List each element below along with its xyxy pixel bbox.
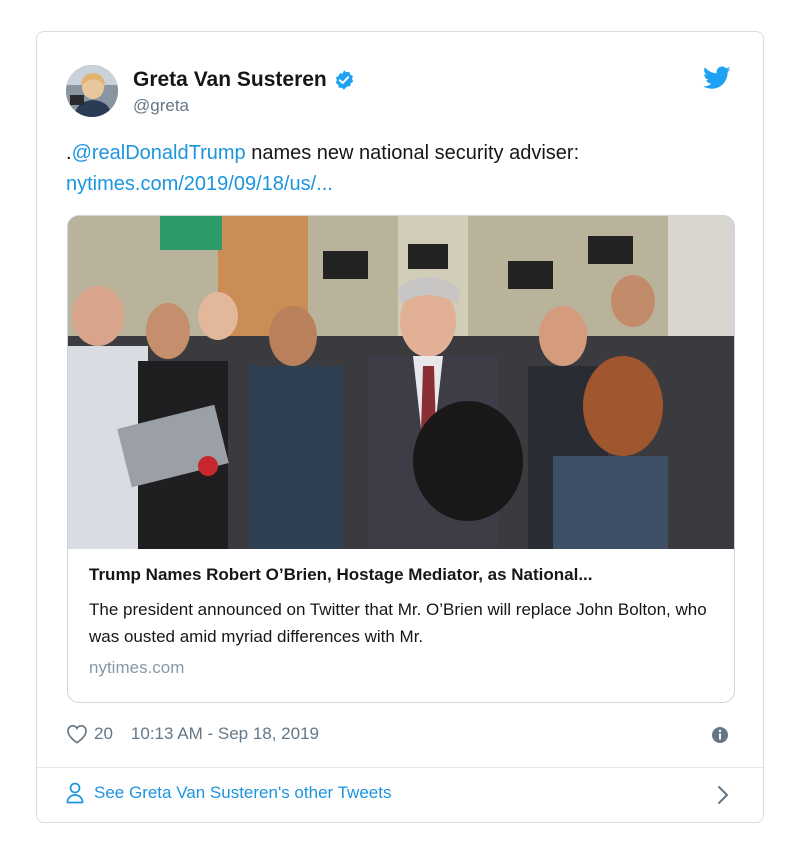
author-name[interactable]: Greta Van Susteren: [133, 68, 327, 92]
author-handle[interactable]: @greta: [133, 96, 189, 116]
see-other-tweets-link[interactable]: See Greta Van Susteren's other Tweets: [66, 782, 391, 804]
tweet-meta: 20 10:13 AM - Sep 18, 2019: [66, 724, 319, 744]
person-icon: [66, 782, 84, 804]
link-preview-card[interactable]: Trump Names Robert O’Brien, Hostage Medi…: [67, 215, 735, 703]
card-title[interactable]: Trump Names Robert O’Brien, Hostage Medi…: [89, 565, 713, 585]
info-icon[interactable]: [711, 726, 729, 744]
article-link[interactable]: nytimes.com/2019/09/18/us/...: [66, 173, 333, 195]
like-count[interactable]: 20: [94, 724, 113, 744]
twitter-bird-icon[interactable]: [703, 66, 731, 90]
tweet-body: names new national security adviser:: [245, 142, 580, 164]
heart-icon[interactable]: [66, 724, 88, 744]
article-photo[interactable]: [68, 216, 734, 549]
tweet-embed-card: Greta Van Susteren @greta .@realDonaldTr…: [36, 31, 764, 823]
divider: [37, 767, 763, 768]
tweet-text: .@realDonaldTrump names new national sec…: [66, 138, 726, 200]
avatar[interactable]: [66, 65, 118, 117]
mention-link[interactable]: @realDonaldTrump: [72, 142, 246, 164]
see-other-tweets-label[interactable]: See Greta Van Susteren's other Tweets: [94, 783, 391, 803]
tweet-timestamp[interactable]: 10:13 AM - Sep 18, 2019: [131, 724, 319, 744]
chevron-right-icon[interactable]: [717, 785, 729, 805]
card-domain: nytimes.com: [89, 658, 185, 677]
card-body: Trump Names Robert O’Brien, Hostage Medi…: [89, 565, 713, 678]
author-name-row[interactable]: Greta Van Susteren: [133, 68, 355, 92]
card-description: The president announced on Twitter that …: [89, 600, 707, 646]
verified-badge-icon: [335, 70, 353, 90]
